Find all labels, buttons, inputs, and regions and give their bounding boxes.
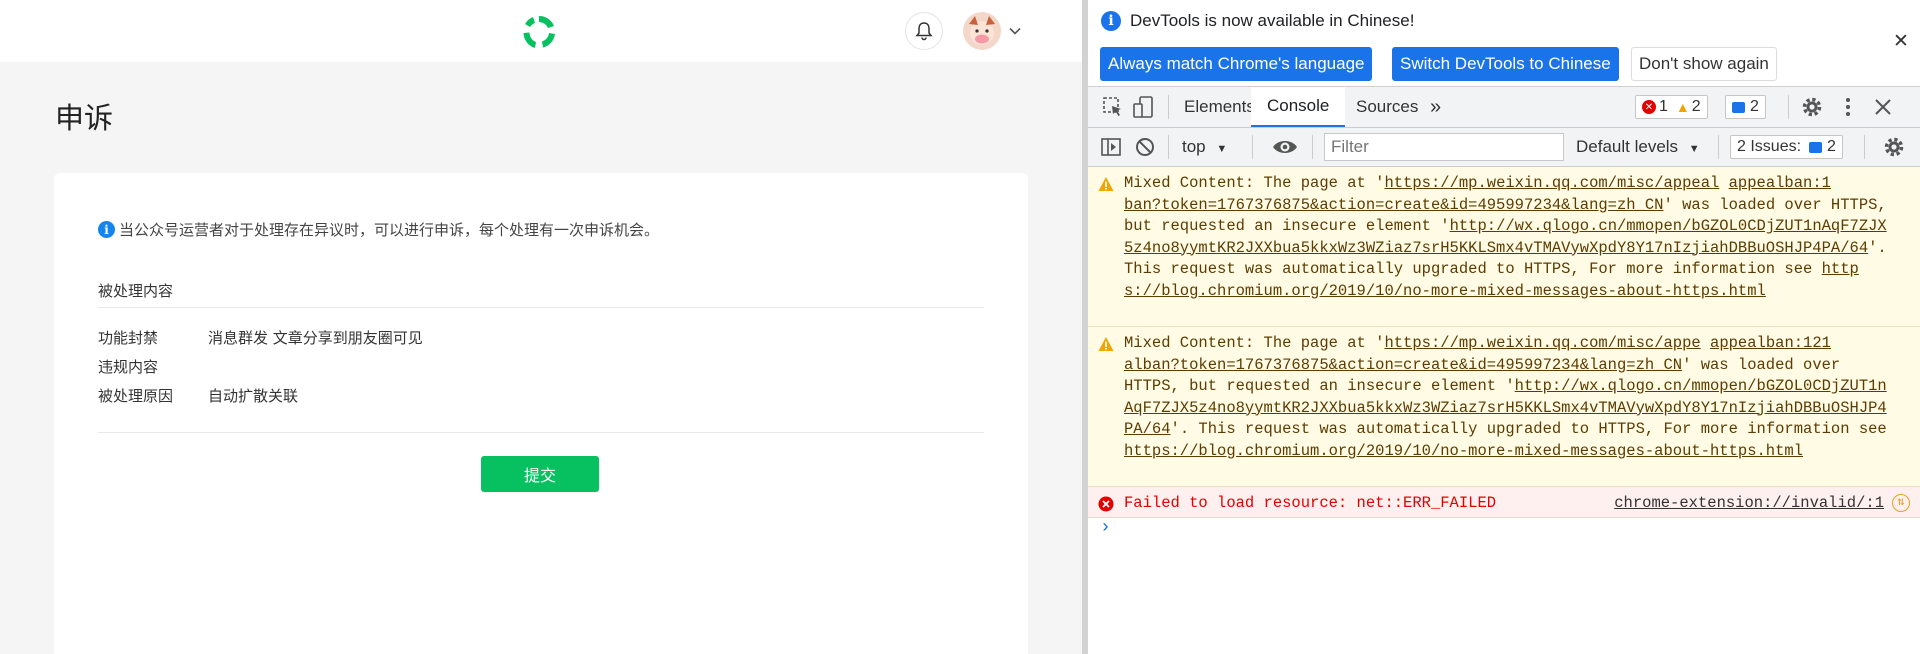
page-url-link[interactable]: https://mp.weixin.qq.com/misc/appe — [1384, 334, 1700, 352]
dont-show-again-button[interactable]: Don't show again — [1631, 47, 1777, 81]
tab-console[interactable]: Console — [1251, 87, 1346, 127]
toolbar-separator — [1312, 135, 1313, 159]
console-prompt[interactable]: › — [1100, 518, 1111, 538]
more-options-icon[interactable] — [1836, 95, 1860, 119]
toolbar-separator — [1864, 135, 1865, 159]
close-icon[interactable]: ✕ — [1893, 30, 1909, 53]
switch-language-button[interactable]: Switch DevTools to Chinese — [1392, 47, 1619, 81]
console-warning-message: Mixed Content: The page at 'https://mp.w… — [1088, 327, 1920, 487]
issues-button[interactable]: 2 Issues: 2 — [1730, 135, 1843, 159]
page-title: 申诉 — [55, 101, 114, 135]
match-language-button[interactable]: Always match Chrome's language — [1100, 47, 1373, 81]
bell-icon — [915, 22, 933, 41]
appeal-card: i 当公众号运营者对于处理存在异议时，可以进行申诉，每个处理有一次申诉机会。 被… — [54, 173, 1028, 654]
info-icon: i — [98, 221, 115, 238]
dropdown-arrow-icon: ▼ — [1688, 143, 1700, 155]
message-text: Failed to load resource: net::ERR_FAILED — [1124, 494, 1497, 512]
row-label: 违规内容 — [98, 358, 159, 376]
toolbar-separator — [1168, 95, 1169, 119]
device-toolbar-icon[interactable] — [1132, 95, 1156, 119]
more-tabs-button[interactable]: » — [1430, 87, 1441, 127]
toolbar-separator — [1252, 135, 1253, 159]
filter-input[interactable] — [1324, 133, 1564, 161]
info-icon: i — [1101, 11, 1121, 31]
chevron-down-icon[interactable] — [1008, 24, 1022, 38]
page-url-link[interactable]: https://mp.weixin.qq.com/misc/appeal — [1384, 174, 1719, 192]
error-icon: ✕ — [1642, 100, 1656, 114]
issues-label: 2 Issues: — [1737, 138, 1802, 155]
issues-count: 2 — [1827, 138, 1836, 155]
tab-sources[interactable]: Sources — [1356, 87, 1418, 127]
error-warning-counter[interactable]: ✕ 1 ▲ 2 — [1635, 95, 1708, 119]
message-count: 2 — [1750, 98, 1759, 115]
source-link[interactable]: appealban:1 — [1729, 174, 1831, 192]
detail-row: 被处理原因 自动扩散关联 — [98, 385, 298, 406]
row-value: 自动扩散关联 — [208, 387, 299, 405]
row-label: 功能封禁 — [98, 329, 159, 347]
context-selector[interactable]: top ▼ — [1182, 137, 1227, 157]
divider — [98, 307, 984, 308]
error-count: 1 — [1659, 98, 1668, 115]
error-icon — [1098, 496, 1114, 512]
notice-banner: i 当公众号运营者对于处理存在异议时，可以进行申诉，每个处理有一次申诉机会。 — [98, 219, 659, 240]
live-expression-eye-icon[interactable] — [1272, 136, 1298, 158]
appeal-page: 申诉 i 当公众号运营者对于处理存在异议时，可以进行申诉，每个处理有一次申诉机会… — [0, 0, 1082, 654]
message-counter[interactable]: 2 — [1725, 95, 1766, 119]
clear-console-icon[interactable] — [1134, 136, 1156, 158]
divider — [98, 432, 984, 433]
source-link[interactable]: chrome-extension://invalid/:1 — [1614, 493, 1884, 515]
inspect-element-icon[interactable] — [1102, 96, 1124, 118]
user-avatar[interactable] — [963, 12, 1001, 50]
console-error-message: Failed to load resource: net::ERR_FAILED… — [1088, 487, 1920, 518]
notification-bell-button[interactable] — [905, 12, 943, 50]
row-value: 消息群发 文章分享到朋友圈可见 — [208, 329, 423, 347]
section-title: 被处理内容 — [98, 282, 174, 300]
log-levels-value: Default levels — [1576, 137, 1679, 156]
network-request-icon[interactable]: ⇅ — [1892, 494, 1910, 512]
warning-icon — [1098, 337, 1114, 351]
wechat-logo-icon[interactable] — [519, 12, 559, 52]
notice-text: 当公众号运营者对于处理存在异议时，可以进行申诉，每个处理有一次申诉机会。 — [119, 221, 660, 239]
message-icon — [1809, 141, 1823, 153]
message-text: Mixed Content: The page at ' — [1124, 334, 1385, 352]
gear-icon[interactable] — [1800, 95, 1824, 119]
submit-button[interactable]: 提交 — [481, 456, 599, 492]
log-levels-dropdown[interactable]: Default levels ▼ — [1576, 137, 1700, 157]
warning-icon: ▲ — [1675, 99, 1690, 115]
detail-row: 功能封禁 消息群发 文章分享到朋友圈可见 — [98, 327, 423, 348]
toolbar-separator — [1168, 135, 1169, 159]
message-text: Mixed Content: The page at ' — [1124, 174, 1385, 192]
info-url-link[interactable]: https://blog.chromium.org/2019/10/no-mor… — [1124, 442, 1803, 460]
top-bar — [0, 0, 1082, 62]
row-label: 被处理原因 — [98, 387, 174, 405]
warning-count: 2 — [1691, 98, 1701, 115]
warning-icon — [1098, 177, 1114, 191]
page-url-link-cont[interactable]: alban?token=1767376875&action=create&id=… — [1124, 356, 1682, 374]
console-settings-gear-icon[interactable] — [1882, 135, 1906, 159]
page-url-link-cont[interactable]: ban?token=1767376875&action=create&id=49… — [1124, 196, 1664, 214]
console-messages: Mixed Content: The page at 'https://mp.w… — [1088, 167, 1920, 518]
devtools-panel: i DevTools is now available in Chinese! … — [1088, 0, 1920, 654]
tab-elements[interactable]: Elements — [1184, 87, 1255, 127]
source-link[interactable]: appealban:121 — [1710, 334, 1831, 352]
devtools-tab-bar: Elements Console Sources » ✕ 1 ▲ 2 2 — [1088, 87, 1920, 128]
close-devtools-icon[interactable] — [1872, 96, 1894, 118]
message-text: '. This request was automatically upgrad… — [1170, 420, 1887, 438]
console-toolbar: top ▼ Default levels ▼ 2 Issues: 2 — [1088, 128, 1920, 167]
avatar-image-icon — [963, 12, 1001, 50]
infobar-message: DevTools is now available in Chinese! — [1130, 11, 1415, 30]
context-value: top — [1182, 137, 1206, 156]
language-infobar: i DevTools is now available in Chinese! … — [1088, 0, 1920, 87]
show-sidebar-icon[interactable] — [1100, 136, 1122, 158]
console-warning-message: Mixed Content: The page at 'https://mp.w… — [1088, 167, 1920, 327]
detail-row: 违规内容 — [98, 356, 208, 377]
toolbar-separator — [1718, 135, 1719, 159]
toolbar-separator — [1788, 95, 1789, 119]
dropdown-arrow-icon: ▼ — [1216, 143, 1228, 155]
message-icon — [1732, 101, 1745, 113]
